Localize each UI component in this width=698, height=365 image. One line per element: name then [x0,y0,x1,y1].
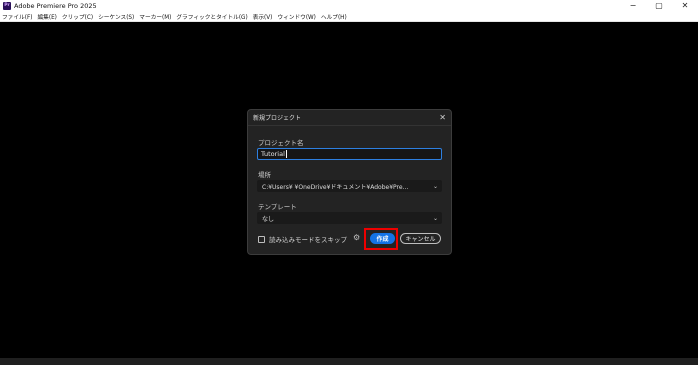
close-window-button[interactable]: ✕ [672,0,698,11]
minimize-button[interactable]: − [620,0,646,11]
menu-help[interactable]: ヘルプ(H) [321,12,347,21]
create-button[interactable]: 作成 [370,233,395,244]
text-caret [285,150,287,158]
skip-import-mode-checkbox[interactable] [258,235,265,243]
chevron-down-icon: ⌄ [432,183,438,190]
window-controls: − ▢ ✕ [620,0,698,11]
project-name-label: プロジェクト名 [258,139,304,147]
window-titlebar: Pr Adobe Premiere Pro 2025 − ▢ ✕ [0,0,698,11]
menu-view[interactable]: 表示(V) [253,12,273,21]
chevron-down-icon: ⌄ [432,215,438,222]
template-label: テンプレート [258,203,297,211]
location-value: C:¥Users¥ ¥OneDrive¥ドキュメント¥Adobe¥Pre... [262,183,409,191]
project-name-input[interactable]: Tutorial [257,148,442,160]
cancel-button[interactable]: キャンセル [400,233,441,244]
premiere-app-icon: Pr [3,1,11,10]
bottom-status-bar [0,358,698,365]
window-title: Adobe Premiere Pro 2025 [14,1,97,10]
close-icon[interactable]: ✕ [439,113,446,122]
menu-file[interactable]: ファイル(F) [2,12,32,21]
template-select[interactable]: なし ⌄ [257,212,442,224]
menu-graphics-titles[interactable]: グラフィックとタイトル(G) [176,12,247,21]
location-select[interactable]: C:¥Users¥ ¥OneDrive¥ドキュメント¥Adobe¥Pre... … [257,180,442,192]
menu-markers[interactable]: マーカー(M) [139,12,171,21]
skip-import-mode-option[interactable]: 読み込みモードをスキップ [258,234,347,244]
dialog-title: 新規プロジェクト [253,115,302,122]
template-value: なし [262,215,275,223]
skip-import-mode-label: 読み込みモードをスキップ [269,236,347,244]
gear-icon[interactable]: ⚙ [353,233,360,242]
dialog-header: 新規プロジェクト ✕ [248,110,451,126]
project-name-value: Tutorial [261,150,285,158]
menu-clip[interactable]: クリップ(C) [62,12,93,21]
new-project-dialog: 新規プロジェクト ✕ プロジェクト名 Tutorial 場所 C:¥Users¥… [247,109,452,255]
menu-edit[interactable]: 編集(E) [37,12,56,21]
maximize-button[interactable]: ▢ [646,0,672,11]
menubar: ファイル(F) 編集(E) クリップ(C) シーケンス(S) マーカー(M) グ… [0,11,698,22]
menu-sequence[interactable]: シーケンス(S) [98,12,134,21]
location-label: 場所 [258,171,271,179]
menu-window[interactable]: ウィンドウ(W) [277,12,316,21]
